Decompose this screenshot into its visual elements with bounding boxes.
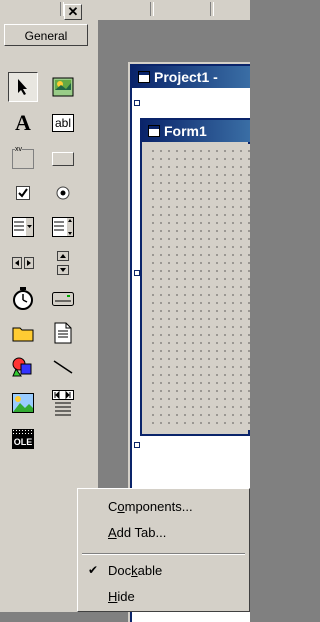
checkbox-icon bbox=[16, 186, 30, 200]
label-tool[interactable]: A bbox=[8, 108, 38, 138]
form-design-grid[interactable] bbox=[146, 144, 250, 430]
commandbutton-tool[interactable] bbox=[48, 144, 78, 174]
shape-tool[interactable] bbox=[8, 352, 38, 382]
drivelistbox-tool[interactable] bbox=[48, 284, 78, 314]
image-icon bbox=[12, 393, 34, 413]
toolbar-separator bbox=[150, 2, 154, 16]
timer-icon bbox=[13, 287, 33, 310]
textbox-icon: abl bbox=[51, 114, 74, 132]
vscrollbar-icon bbox=[57, 251, 69, 275]
menu-item-dockable[interactable]: Dockable bbox=[108, 563, 162, 578]
checkmark-icon: ✔ bbox=[88, 563, 99, 577]
pointer-icon bbox=[18, 79, 27, 95]
form-window-title: Form1 bbox=[164, 123, 207, 139]
top-toolbar-strip bbox=[0, 0, 250, 21]
line-tool[interactable] bbox=[48, 352, 78, 382]
resize-handle-bottom-left[interactable] bbox=[134, 442, 140, 448]
menu-item-components[interactable]: Components... bbox=[108, 499, 193, 514]
label-icon: A bbox=[15, 110, 31, 135]
toolbar-separator bbox=[210, 2, 214, 16]
menu-item-add-tab[interactable]: Add Tab... bbox=[108, 525, 166, 540]
checkbox-tool[interactable] bbox=[8, 178, 38, 208]
ole-tool-caption: OLE bbox=[13, 437, 33, 447]
ole-tool[interactable]: OLE bbox=[8, 424, 38, 454]
combobox-tool[interactable] bbox=[8, 212, 38, 242]
timer-tool[interactable] bbox=[8, 284, 38, 314]
picturebox-icon bbox=[52, 77, 74, 97]
menu-separator bbox=[82, 553, 245, 555]
toolbox-context-menu: Components... Add Tab... ✔ Dockable Hide bbox=[77, 488, 250, 612]
filelistbox-tool[interactable] bbox=[48, 318, 78, 348]
line-icon bbox=[53, 360, 73, 374]
ole-dots bbox=[12, 429, 34, 435]
ole-icon: OLE bbox=[12, 429, 34, 449]
filelistbox-icon bbox=[54, 322, 72, 344]
listbox-tool[interactable] bbox=[48, 212, 78, 242]
listbox-icon bbox=[52, 217, 74, 237]
frame-icon: xv bbox=[12, 146, 34, 169]
optionbutton-tool[interactable] bbox=[48, 178, 78, 208]
form-window-titlebar[interactable]: Form1 bbox=[142, 120, 250, 142]
hscrollbar-tool[interactable] bbox=[8, 248, 38, 278]
image-tool[interactable] bbox=[8, 388, 38, 418]
textbox-tool[interactable]: abl bbox=[48, 108, 78, 138]
toolbox-close-button[interactable]: ✕ bbox=[64, 4, 82, 20]
resize-handle-left[interactable] bbox=[134, 270, 140, 276]
data-tool[interactable] bbox=[48, 388, 78, 418]
pointer-tool[interactable] bbox=[8, 72, 38, 102]
dirlistbox-icon bbox=[12, 327, 34, 342]
vscrollbar-tool[interactable] bbox=[48, 248, 78, 278]
project-window-title: Project1 - bbox=[154, 69, 218, 85]
resize-handle-top-left[interactable] bbox=[134, 100, 140, 106]
dirlistbox-tool[interactable] bbox=[8, 318, 38, 348]
frame-tool-caption: xv bbox=[15, 146, 22, 153]
picturebox-tool[interactable] bbox=[48, 72, 78, 102]
menu-item-hide[interactable]: Hide bbox=[108, 589, 135, 604]
hscrollbar-icon bbox=[12, 257, 34, 269]
project-window-titlebar[interactable]: Project1 - bbox=[132, 66, 250, 88]
window-icon bbox=[138, 71, 150, 83]
optionbutton-icon bbox=[56, 186, 70, 200]
combobox-icon bbox=[12, 217, 34, 237]
toolbox-tab-general[interactable]: General bbox=[4, 24, 88, 46]
commandbutton-icon bbox=[52, 152, 74, 166]
form-icon bbox=[148, 125, 160, 137]
drivelistbox-icon bbox=[52, 292, 74, 306]
frame-tool[interactable]: xv bbox=[8, 144, 38, 174]
data-icon bbox=[52, 390, 74, 416]
shape-icon bbox=[12, 357, 32, 377]
